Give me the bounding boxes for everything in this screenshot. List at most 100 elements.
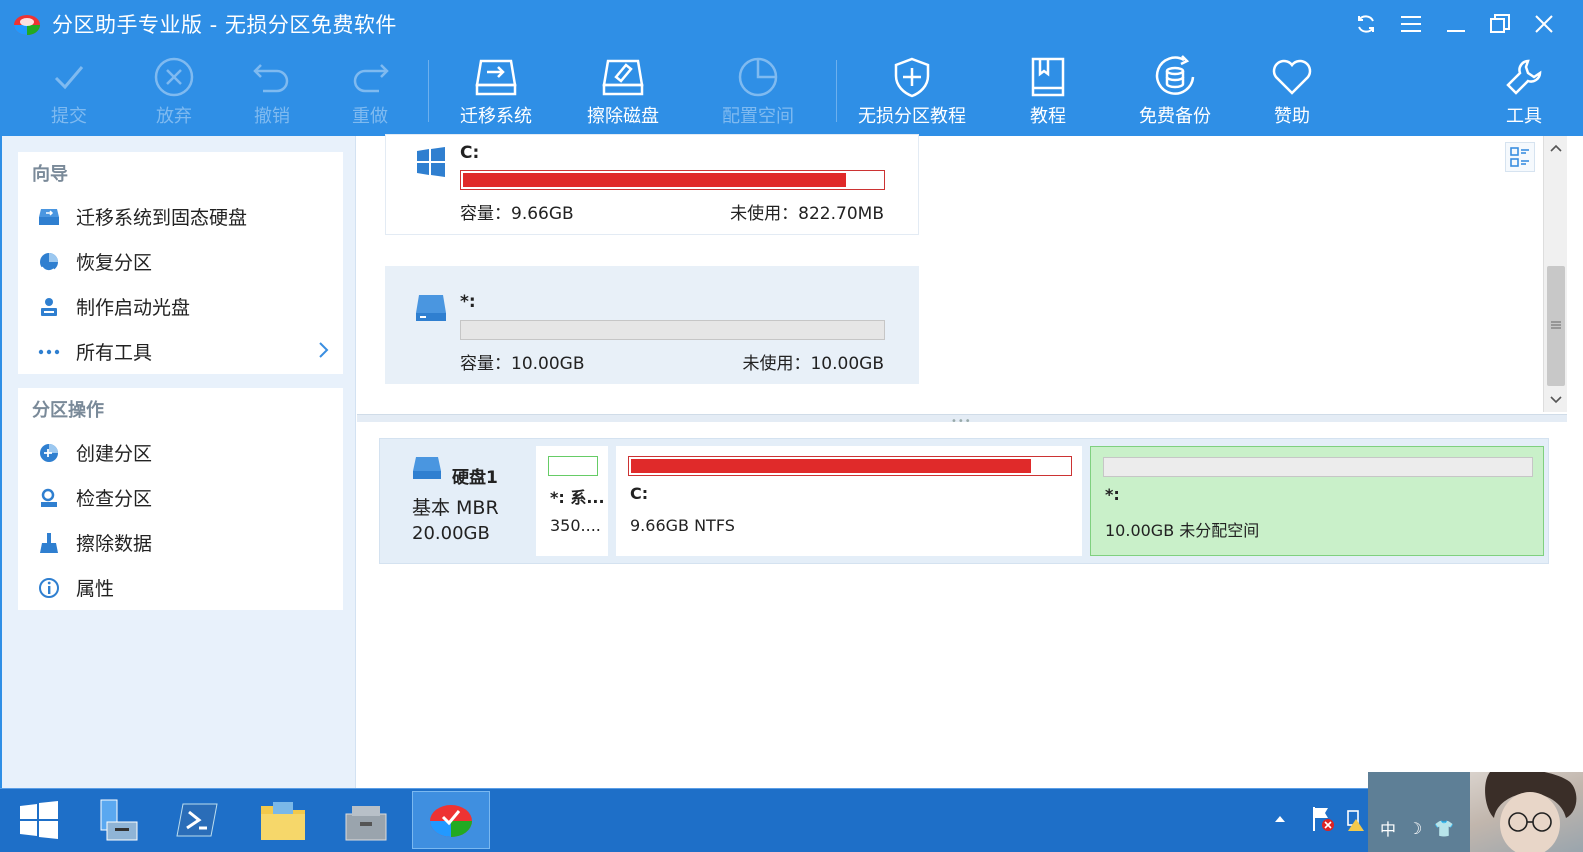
close-button[interactable] (1528, 8, 1560, 40)
partition-card-unallocated[interactable]: *: 容量：10.00GB 未使用：10.00GB (385, 266, 919, 384)
sidebar-item-make-boot-disc[interactable]: 制作启动光盘 (18, 284, 343, 329)
vertical-scrollbar[interactable] (1543, 136, 1567, 412)
minimize-icon (1447, 30, 1465, 32)
toolbar-separator (428, 60, 429, 122)
taskbar-file-explorer[interactable] (244, 791, 322, 849)
app-logo-icon (14, 15, 40, 35)
check-user-icon (41, 488, 57, 507)
disk-info[interactable]: 硬盘1 基本 MBR 20.00GB (380, 439, 530, 563)
wipe-disk-icon (602, 59, 644, 96)
toolbar-tools-button[interactable]: 工具 (1500, 54, 1548, 134)
sidebar-item-recover-partition[interactable]: 恢复分区 (18, 239, 343, 284)
toolbar-redo-button[interactable]: 重做 (346, 54, 394, 134)
toolbar-tutorial-lossless-button[interactable]: 无损分区教程 (858, 54, 966, 134)
partition-name: C: (460, 143, 480, 163)
partition-assistant-icon (430, 805, 472, 837)
partition-capacity: 容量：9.66GB (460, 204, 574, 224)
toolbar-discard-button[interactable]: 放弃 (150, 54, 198, 134)
action-center-flag-icon[interactable] (1310, 805, 1336, 833)
sidebar-item-all-tools[interactable]: 所有工具 (18, 329, 343, 374)
restore-button[interactable] (1484, 8, 1516, 40)
heart-icon (1272, 59, 1312, 95)
close-icon (1535, 15, 1553, 33)
toolbar-allocate-space-button[interactable]: 配置空间 (722, 54, 794, 134)
toolbar-sponsor-button[interactable]: 赞助 (1268, 54, 1316, 134)
partition-name: *: (460, 292, 476, 312)
sidebar-item-wipe-data[interactable]: 擦除数据 (18, 520, 343, 565)
wrench-icon (1506, 59, 1542, 95)
toolbar-free-backup-button[interactable]: 免费备份 (1139, 54, 1211, 134)
view-toggle-button[interactable] (1505, 142, 1535, 172)
broom-icon (40, 532, 58, 553)
disk-partition-bar (548, 456, 598, 476)
ime-language-indicator[interactable]: 中 (1380, 816, 1396, 840)
sidebar-item-migrate-ssd[interactable]: 迁移系统到固态硬盘 (18, 194, 343, 239)
info-icon (39, 577, 59, 598)
scroll-down-icon (1550, 396, 1562, 404)
toolbar-commit-button[interactable]: 提交 (45, 54, 93, 134)
disk-icon (413, 457, 441, 479)
pane-splitter[interactable]: ••• (357, 414, 1567, 427)
disk-partition-c[interactable]: C: 9.66GB NTFS (616, 446, 1082, 556)
sidebar-item-create-partition[interactable]: 创建分区 (18, 430, 343, 475)
disk-partition-unallocated[interactable]: *: 10.00GB 未分配空间 (1090, 446, 1544, 556)
list-view-icon (1510, 147, 1529, 167)
partition-usage-fill (463, 173, 847, 187)
migrate-disk-icon (475, 59, 517, 96)
shirt-icon[interactable]: 👕 (1434, 819, 1454, 838)
menu-button[interactable] (1395, 8, 1427, 40)
toolbar-wipe-disk-button[interactable]: 擦除磁盘 (587, 54, 659, 134)
system-tray-overlay: 中 ☽ 👕 (1368, 772, 1583, 852)
tray-expand-icon[interactable] (1274, 815, 1286, 823)
sidebar-item-check-partition[interactable]: 检查分区 (18, 475, 343, 520)
disk-row[interactable]: 硬盘1 基本 MBR 20.00GB *: 系... 350.... C: 9.… (379, 438, 1549, 564)
sidebar-item-properties[interactable]: 属性 (18, 565, 343, 610)
toolbar-tutorial-button[interactable]: 教程 (1024, 54, 1072, 134)
disk-partition-desc: 10.00GB 未分配空间 (1105, 521, 1260, 540)
server-manager-icon (100, 799, 138, 841)
disk-partition-bar (1103, 457, 1533, 477)
taskbar-partition-assistant[interactable] (412, 791, 490, 849)
partition-unused: 未使用：10.00GB (742, 354, 884, 374)
powershell-icon (176, 803, 218, 837)
scrollbar-thumb[interactable] (1547, 266, 1565, 386)
disk-partition-fill (631, 459, 1032, 473)
toolbox-icon (345, 806, 387, 841)
toolbar-undo-button[interactable]: 撤销 (248, 54, 296, 134)
start-button[interactable] (0, 791, 78, 849)
refresh-button[interactable] (1350, 8, 1382, 40)
partition-card-c[interactable]: C: 容量：9.66GB 未使用：822.70MB (385, 134, 919, 235)
left-sidebar: 向导 迁移系统到固态硬盘 恢复分区 制作启动光盘 所有工具 分区操作 创建分区 … (0, 136, 356, 796)
partition-usage-bar (460, 170, 885, 190)
minimize-button[interactable] (1440, 8, 1472, 40)
taskbar-powershell[interactable] (158, 791, 236, 849)
restore-icon (1490, 14, 1510, 33)
moon-icon[interactable]: ☽ (1408, 819, 1422, 838)
network-warning-icon[interactable] (1346, 805, 1368, 833)
undo-icon (253, 64, 289, 93)
partition-usage-bar (460, 320, 885, 340)
recover-pie-icon (40, 252, 58, 272)
windows-icon (417, 147, 445, 177)
taskbar-server-manager[interactable] (78, 791, 156, 849)
toolbar-separator (836, 60, 837, 122)
main-toolbar: 提交 放弃 撤销 重做 迁移系统 擦除磁盘 配置空间 无损分区教程 教程 免费备… (0, 48, 1583, 136)
pie-clock-icon (738, 57, 778, 97)
disk-size: 20.00GB (412, 523, 490, 544)
backup-db-icon (1155, 55, 1195, 95)
disk-partition-desc: 350.... (550, 516, 601, 535)
toolbar-migrate-os-button[interactable]: 迁移系统 (460, 54, 532, 134)
create-pie-icon (40, 443, 58, 462)
title-bar: 分区助手专业版 - 无损分区免费软件 (0, 0, 1583, 48)
partition-capacity: 容量：10.00GB (460, 354, 585, 374)
ime-toolbar[interactable]: 中 ☽ 👕 (1380, 816, 1454, 840)
check-icon (54, 66, 84, 90)
disk-partition-bar (628, 456, 1072, 476)
disk-partition-system[interactable]: *: 系... 350.... (536, 446, 608, 556)
scroll-up-icon (1550, 144, 1562, 152)
disk-partition-desc: 9.66GB NTFS (630, 516, 735, 535)
disk-partition-name: C: (630, 484, 649, 503)
grip-icon (1551, 321, 1561, 329)
taskbar-toolbox[interactable] (327, 791, 405, 849)
avatar (1470, 772, 1583, 852)
